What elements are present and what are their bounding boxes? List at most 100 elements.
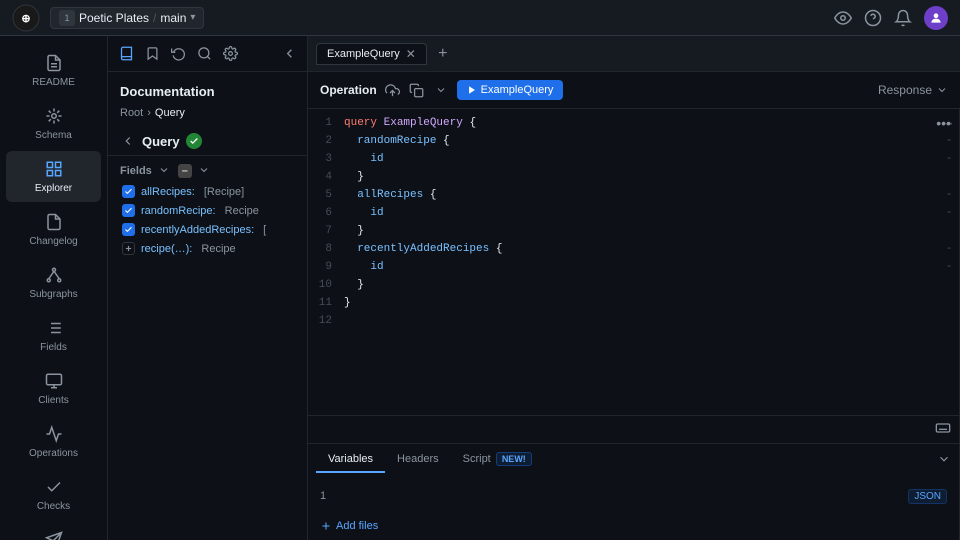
operation-title: Operation <box>320 83 377 97</box>
content-area: Documentation Root › Query Query <box>108 36 960 540</box>
svg-text:⊕: ⊕ <box>21 13 30 25</box>
fields-chevron-icon[interactable] <box>198 164 212 178</box>
field-name-recipe: recipe(…): <box>141 243 192 255</box>
schema-icon <box>44 106 64 126</box>
line-num-9: 9 <box>308 261 344 273</box>
doc-toolbar-history-icon[interactable] <box>170 46 186 62</box>
tab-close-icon[interactable]: ✕ <box>406 48 416 60</box>
bottom-panel-collapse-icon[interactable] <box>937 452 951 469</box>
sidebar-item-subgraphs[interactable]: Subgraphs <box>6 257 101 308</box>
sidebar-item-fields[interactable]: Fields <box>6 310 101 361</box>
breadcrumb[interactable]: 1 Poetic Plates / main ▾ <box>50 7 204 29</box>
field-item-allrecipes[interactable]: allRecipes: [Recipe] <box>108 182 307 201</box>
tab-add-button[interactable]: + <box>431 42 455 66</box>
code-options-button[interactable]: ••• <box>936 115 951 131</box>
line-num-11: 11 <box>308 297 344 309</box>
line-content-10: } <box>344 279 939 291</box>
sidebar-item-checks-label: Checks <box>37 501 70 512</box>
line-num-8: 8 <box>308 243 344 255</box>
sidebar-item-explorer-label: Explorer <box>35 183 72 194</box>
sidebar-item-fields-label: Fields <box>40 342 67 353</box>
sidebar-item-clients[interactable]: Clients <box>6 363 101 414</box>
code-editor[interactable]: 1 query ExampleQuery { ⋯ 2 randomRecipe … <box>308 109 959 415</box>
help-icon[interactable] <box>864 9 882 27</box>
breadcrumb-root: Root <box>120 107 143 119</box>
code-line-9: 9 id - <box>308 261 959 279</box>
sidebar-item-readme-label: README <box>32 77 75 88</box>
line-num-7: 7 <box>308 225 344 237</box>
doc-toolbar-search-icon[interactable] <box>196 46 212 62</box>
doc-toolbar-right <box>281 46 297 62</box>
field-item-recentlyadded[interactable]: recentlyAddedRecipes: [ <box>108 220 307 239</box>
tab-examplequery[interactable]: ExampleQuery ✕ <box>316 43 427 65</box>
field-checkbox-randomrecipe[interactable] <box>122 204 135 217</box>
eye-icon[interactable] <box>834 9 852 27</box>
op-upload-icon[interactable] <box>385 82 401 98</box>
line-dash-5[interactable]: - <box>939 189 959 201</box>
response-area[interactable]: Response <box>878 83 948 97</box>
doc-toolbar-gear-icon[interactable] <box>222 46 238 62</box>
line-content-11: } <box>344 297 939 309</box>
code-line-10: 10 } <box>308 279 959 297</box>
tab-headers[interactable]: Headers <box>385 447 451 473</box>
add-files-label: Add files <box>336 520 378 532</box>
sidebar-item-clients-label: Clients <box>38 395 69 406</box>
code-line-1: 1 query ExampleQuery { ⋯ <box>308 117 959 135</box>
field-checkbox-recentlyadded[interactable] <box>122 223 135 236</box>
field-checkbox-allrecipes[interactable] <box>122 185 135 198</box>
clients-icon <box>44 371 64 391</box>
line-dash-9[interactable]: - <box>939 261 959 273</box>
sidebar-item-schema[interactable]: Schema <box>6 98 101 149</box>
line-dash-8[interactable]: - <box>939 243 959 255</box>
doc-toolbar-bookmark-icon[interactable] <box>144 46 160 62</box>
sidebar-item-changelog[interactable]: Changelog <box>6 204 101 255</box>
main-layout: README Schema Explorer <box>0 36 960 540</box>
field-name-allrecipes: allRecipes: <box>141 186 195 198</box>
field-checkbox-recipe[interactable] <box>122 242 135 255</box>
field-type-randomrecipe: Recipe <box>222 205 259 217</box>
readme-icon <box>44 53 64 73</box>
sidebar-item-launches[interactable]: Launches <box>6 522 101 540</box>
tab-script-badge: NEW! <box>496 452 532 466</box>
code-wrap: 1 query ExampleQuery { ⋯ 2 randomRecipe … <box>308 109 959 443</box>
line-content-7: } <box>344 225 939 237</box>
line-num-1: 1 <box>308 117 344 129</box>
doc-toolbar-chevron-left-icon[interactable] <box>281 46 297 62</box>
line-content-8: recentlyAddedRecipes { <box>344 243 939 255</box>
back-button[interactable] <box>120 133 136 149</box>
run-button[interactable]: ExampleQuery <box>457 80 564 100</box>
tab-script[interactable]: Script NEW! <box>451 446 544 474</box>
tab-label: ExampleQuery <box>327 48 400 60</box>
sidebar-item-explorer[interactable]: Explorer <box>6 151 101 202</box>
explorer-icon <box>44 159 64 179</box>
field-item-recipe[interactable]: recipe(…): Recipe <box>108 239 307 258</box>
doc-toolbar <box>108 36 307 72</box>
line-content-1: query ExampleQuery { <box>344 117 939 129</box>
sidebar-item-checks[interactable]: Checks <box>6 469 101 520</box>
tab-script-label: Script <box>463 453 491 465</box>
doc-toolbar-book-icon[interactable] <box>118 46 134 62</box>
line-content-3: id <box>344 153 939 165</box>
line-dash-3[interactable]: - <box>939 153 959 165</box>
sidebar-item-schema-label: Schema <box>35 130 72 141</box>
bell-icon[interactable] <box>894 9 912 27</box>
line-dash-6[interactable]: - <box>939 207 959 219</box>
sidebar-item-operations[interactable]: Operations <box>6 416 101 467</box>
op-copy-dropdown[interactable] <box>433 82 449 98</box>
op-chevron-down-icon[interactable] <box>433 82 449 98</box>
add-files-button[interactable]: Add files <box>308 516 959 540</box>
keyboard-icon[interactable] <box>935 420 951 439</box>
tab-variables[interactable]: Variables <box>316 447 385 473</box>
op-copy-icon[interactable] <box>409 82 425 98</box>
breadcrumb-sep: / <box>153 11 156 25</box>
fields-sort-down-icon[interactable] <box>158 164 172 178</box>
field-item-randomrecipe[interactable]: randomRecipe: Recipe <box>108 201 307 220</box>
fields-header: Fields – <box>108 156 307 182</box>
sidebar-item-readme[interactable]: README <box>6 45 101 96</box>
avatar[interactable] <box>924 6 948 30</box>
breadcrumb-separator: › <box>147 107 151 119</box>
fields-minus-icon[interactable]: – <box>178 164 192 178</box>
line-num-5: 5 <box>308 189 344 201</box>
line-dash-2[interactable]: - <box>939 135 959 147</box>
field-type-allrecipes: [Recipe] <box>201 186 244 198</box>
